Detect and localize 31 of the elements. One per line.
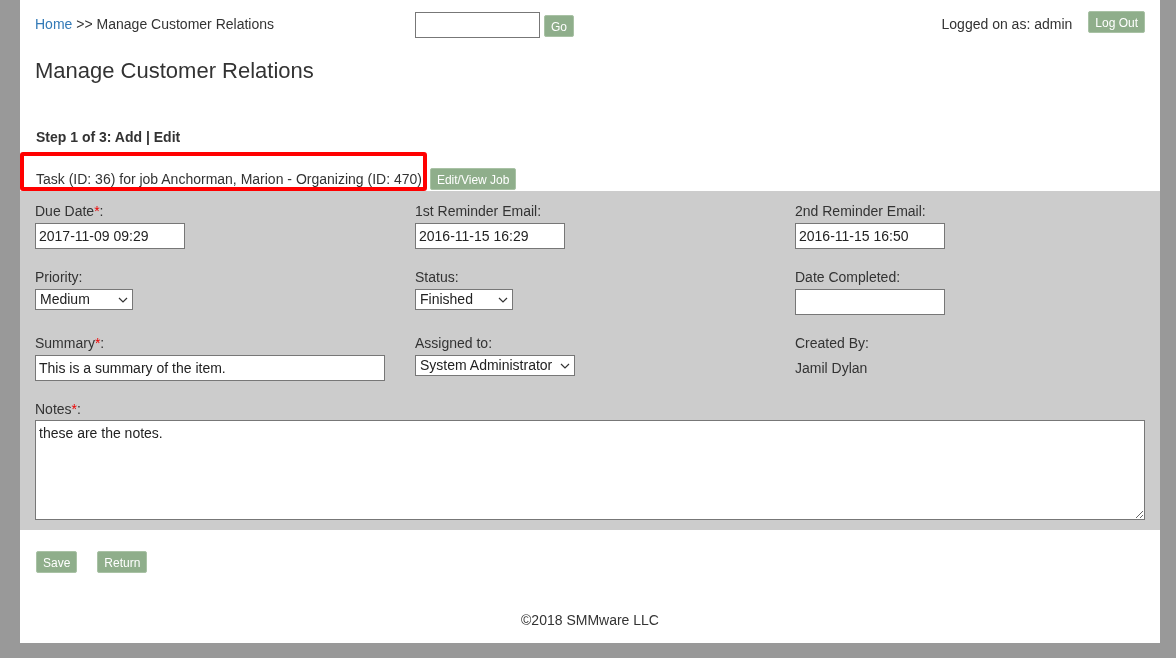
breadcrumb-text: >> Manage Customer Relations <box>76 15 275 34</box>
chevron-down-icon <box>560 362 571 369</box>
dropdown[interactable]: Medium <box>35 289 133 310</box>
field-value: Jamil Dylan <box>795 359 869 378</box>
field-label: Status: <box>415 269 460 286</box>
text-field[interactable]: 2016-11-15 16:29 <box>415 223 565 249</box>
text-field[interactable]: 2017-11-09 09:29 <box>35 223 185 249</box>
chevron-down-icon <box>118 296 128 303</box>
field-label: 2nd Reminder Email: <box>795 203 927 220</box>
home-link[interactable]: Home <box>35 14 73 35</box>
dropdown[interactable]: Finished <box>415 289 513 310</box>
field-label: Due Date*: <box>35 203 105 220</box>
step-indicator: Step 1 of 3: Add | Edit <box>35 128 182 147</box>
field-label: Summary*: <box>35 335 106 352</box>
notes-field[interactable]: these are the notes. <box>35 420 1145 520</box>
dropdown[interactable]: System Administrator <box>415 355 576 376</box>
page-title: Manage Customer Relations <box>34 57 315 85</box>
field-label: Notes*: <box>35 401 82 418</box>
copyright-footer: ©2018 SMMware LLC <box>20 610 1160 631</box>
chevron-down-icon <box>498 296 508 303</box>
field-label: Date Completed: <box>795 269 902 286</box>
field-label: Created By: <box>795 335 870 352</box>
field-label: 1st Reminder Email: <box>415 203 543 220</box>
login-status: Logged on as: admin <box>941 15 1073 34</box>
text-field[interactable]: 2016-11-15 16:50 <box>795 223 945 249</box>
field-label: Priority: <box>35 269 84 286</box>
field-label: Assigned to: <box>415 335 494 352</box>
task-description: Task (ID: 36) for job Anchorman, Marion - Organizing (ID: 470) <box>36 171 422 187</box>
search-field[interactable] <box>415 12 540 38</box>
text-field[interactable]: This is a summary of the item. <box>35 355 385 381</box>
text-field[interactable] <box>795 289 945 315</box>
